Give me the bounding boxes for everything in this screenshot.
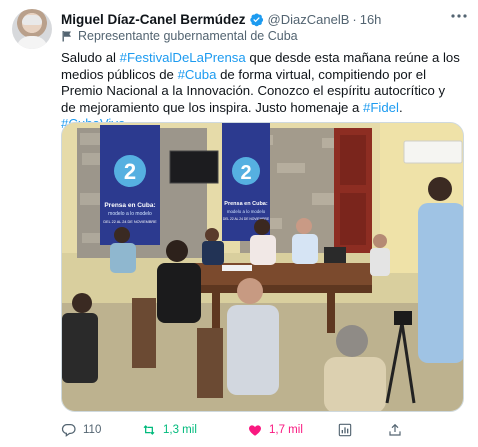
- banner-right-number: 2: [240, 162, 251, 184]
- tweet-time[interactable]: 16h: [360, 12, 382, 27]
- banner-left-line1: Prensa en Cuba:: [104, 202, 155, 209]
- government-flag-icon: [62, 31, 71, 42]
- analytics-button[interactable]: [337, 420, 353, 440]
- author-name[interactable]: Miguel Díaz-Canel Bermúdez: [61, 12, 246, 27]
- banner-right-line1: Prensa en Cuba:: [224, 201, 268, 207]
- like-icon: [249, 425, 261, 436]
- banner-left-line2: modelo a lo modelo: [108, 211, 152, 217]
- more-icon[interactable]: [449, 9, 469, 25]
- like-count: 1,7 mil: [269, 424, 303, 436]
- like-button[interactable]: 1,7 mil: [247, 420, 303, 440]
- share-icon: [389, 423, 401, 436]
- author-avatar[interactable]: [12, 9, 52, 49]
- verified-badge-icon: [249, 12, 263, 26]
- reply-icon: [61, 424, 76, 437]
- retweet-icon: [143, 425, 155, 435]
- tweet-card[interactable]: Miguel Díaz-Canel Bermúdez @DiazCanelB ·…: [0, 0, 478, 447]
- banner-right-line2: modelo a lo modelo: [227, 209, 266, 214]
- hashtag-link[interactable]: #Cuba: [178, 67, 217, 82]
- hashtag-link[interactable]: #FestivalDeLaPrensa: [120, 50, 246, 65]
- analytics-icon: [338, 423, 352, 437]
- tweet-photo[interactable]: 2 Prensa en Cuba: modelo a lo modelo DEL…: [61, 122, 464, 412]
- separator-dot: ·: [352, 11, 357, 27]
- tweet-actions: 110 1,3 mil 1,7 mil: [61, 420, 461, 440]
- tweet-text: Saludo al #FestivalDeLaPrensa que desde …: [61, 50, 461, 133]
- retweet-count: 1,3 mil: [163, 424, 197, 436]
- text-segment: Saludo al: [61, 50, 120, 65]
- reply-count: 110: [83, 424, 102, 436]
- affiliation-text: Representante gubernamental de Cuba: [78, 29, 298, 43]
- banner-left-line3: DEL 22 AL 24 DE NOVIEMBRE: [103, 220, 157, 224]
- banner-left-number: 2: [124, 159, 136, 184]
- hashtag-link[interactable]: #Fidel: [363, 100, 399, 115]
- author-handle[interactable]: @DiazCanelB: [268, 12, 350, 27]
- text-segment: .: [398, 99, 403, 115]
- affiliation-label: Representante gubernamental de Cuba: [61, 28, 298, 44]
- tweet-header: Miguel Díaz-Canel Bermúdez @DiazCanelB ·…: [61, 10, 381, 28]
- share-button[interactable]: [387, 420, 403, 440]
- retweet-button[interactable]: 1,3 mil: [141, 420, 197, 440]
- reply-button[interactable]: 110: [61, 420, 101, 440]
